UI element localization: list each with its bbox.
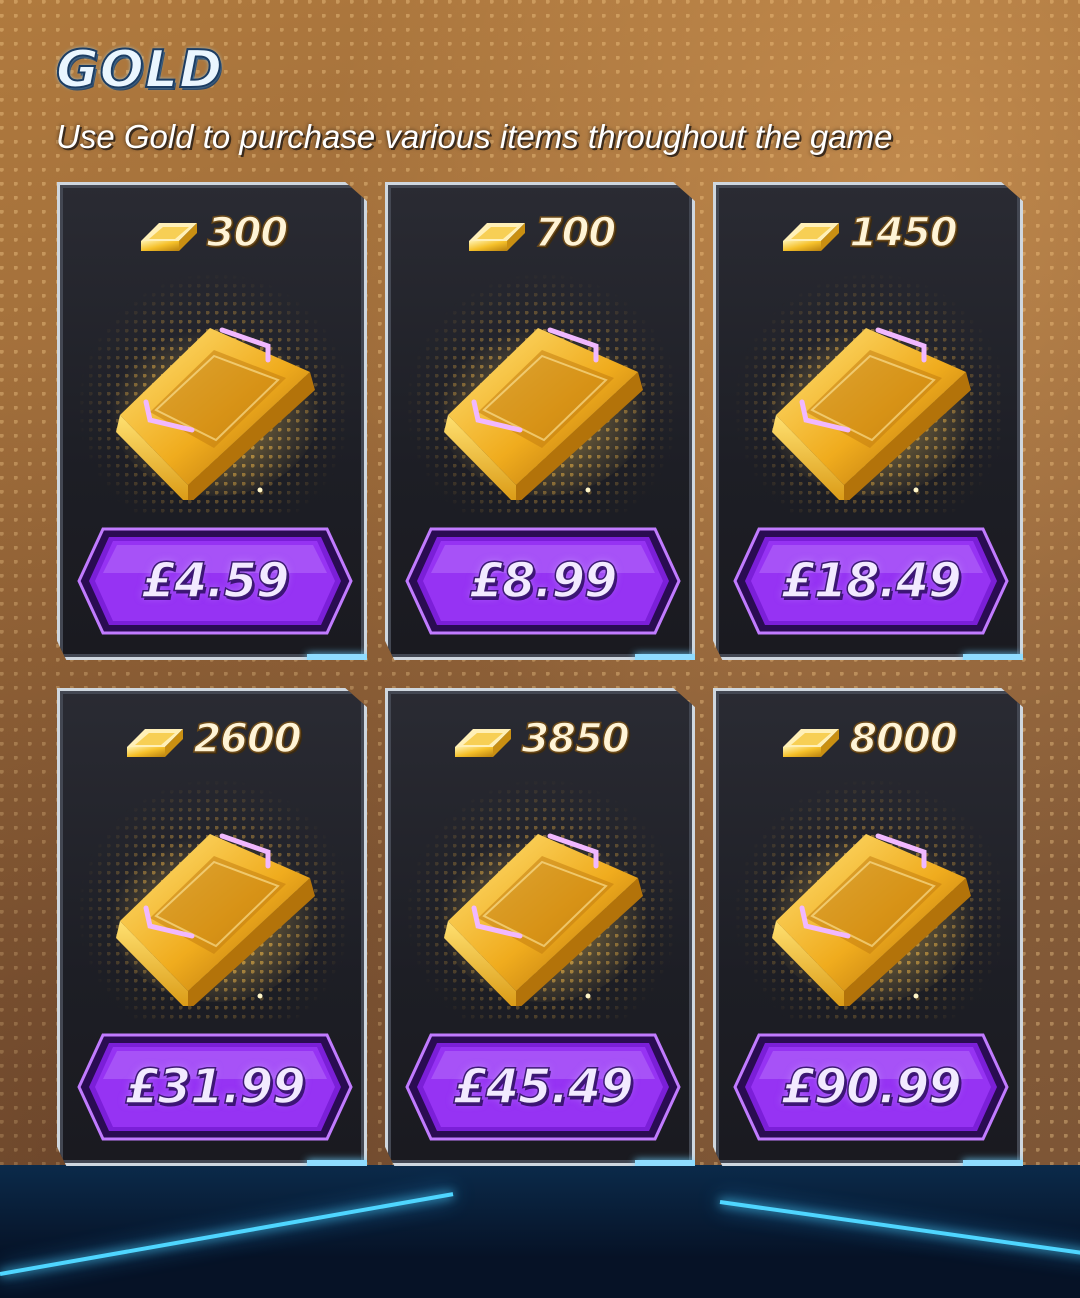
gold-bar-icon (110, 320, 320, 500)
gold-offer-card[interactable]: 2600 £31.99 (57, 688, 367, 1166)
gold-amount-value: 2600 (193, 715, 303, 763)
shop-header: GOLD Use Gold to purchase various items … (55, 39, 893, 156)
card-corner-accent (635, 654, 695, 660)
card-corner-accent (635, 1160, 695, 1166)
gold-bar-icon (766, 826, 976, 1006)
buy-button[interactable]: £31.99 (77, 1031, 353, 1143)
price-label: £90.99 (781, 1058, 963, 1116)
card-corner-accent (307, 1160, 367, 1166)
buy-button[interactable]: £18.49 (733, 525, 1009, 637)
section-title: GOLD (55, 39, 224, 101)
gold-offer-card[interactable]: 700 £8.99 (385, 182, 695, 660)
gold-amount: 2600 (60, 715, 364, 763)
price-label: £18.49 (781, 552, 963, 610)
gold-bar-icon (783, 729, 840, 757)
price-label: £45.49 (453, 1058, 635, 1116)
price-label: £4.59 (141, 552, 290, 610)
buy-button[interactable]: £90.99 (733, 1031, 1009, 1143)
section-subtitle: Use Gold to purchase various items throu… (56, 118, 893, 155)
gold-bar-icon (140, 223, 197, 251)
gold-amount-value: 700 (534, 209, 617, 257)
gold-bar-icon (127, 729, 184, 757)
gold-bar-icon (468, 223, 525, 251)
card-corner-accent (963, 654, 1023, 660)
gold-amount: 300 (60, 209, 364, 257)
price-label: £8.99 (469, 552, 618, 610)
gold-bar-icon (783, 223, 840, 251)
gold-offer-card[interactable]: 300 £4.59 (57, 182, 367, 660)
card-corner-accent (963, 1160, 1023, 1166)
gold-amount: 3850 (388, 715, 692, 763)
gold-bar-icon (110, 826, 320, 1006)
gold-amount: 700 (388, 209, 692, 257)
gold-offer-card[interactable]: 8000 £90.99 (713, 688, 1023, 1166)
gold-bar-icon (455, 729, 512, 757)
gold-amount-value: 3850 (521, 715, 631, 763)
gold-amount-value: 300 (206, 209, 289, 257)
gold-amount: 1450 (716, 209, 1020, 257)
price-label: £31.99 (125, 1058, 307, 1116)
gold-amount: 8000 (716, 715, 1020, 763)
gold-bar-icon (766, 320, 976, 500)
buy-button[interactable]: £8.99 (405, 525, 681, 637)
gold-offer-card[interactable]: 3850 £45.49 (385, 688, 695, 1166)
buy-button[interactable]: £45.49 (405, 1031, 681, 1143)
gold-offer-card[interactable]: 1450 £18.49 (713, 182, 1023, 660)
gold-amount-value: 8000 (849, 715, 959, 763)
buy-button[interactable]: £4.59 (77, 525, 353, 637)
card-corner-accent (307, 654, 367, 660)
gold-bar-icon (438, 320, 648, 500)
gold-bar-icon (438, 826, 648, 1006)
gold-amount-value: 1450 (849, 209, 959, 257)
